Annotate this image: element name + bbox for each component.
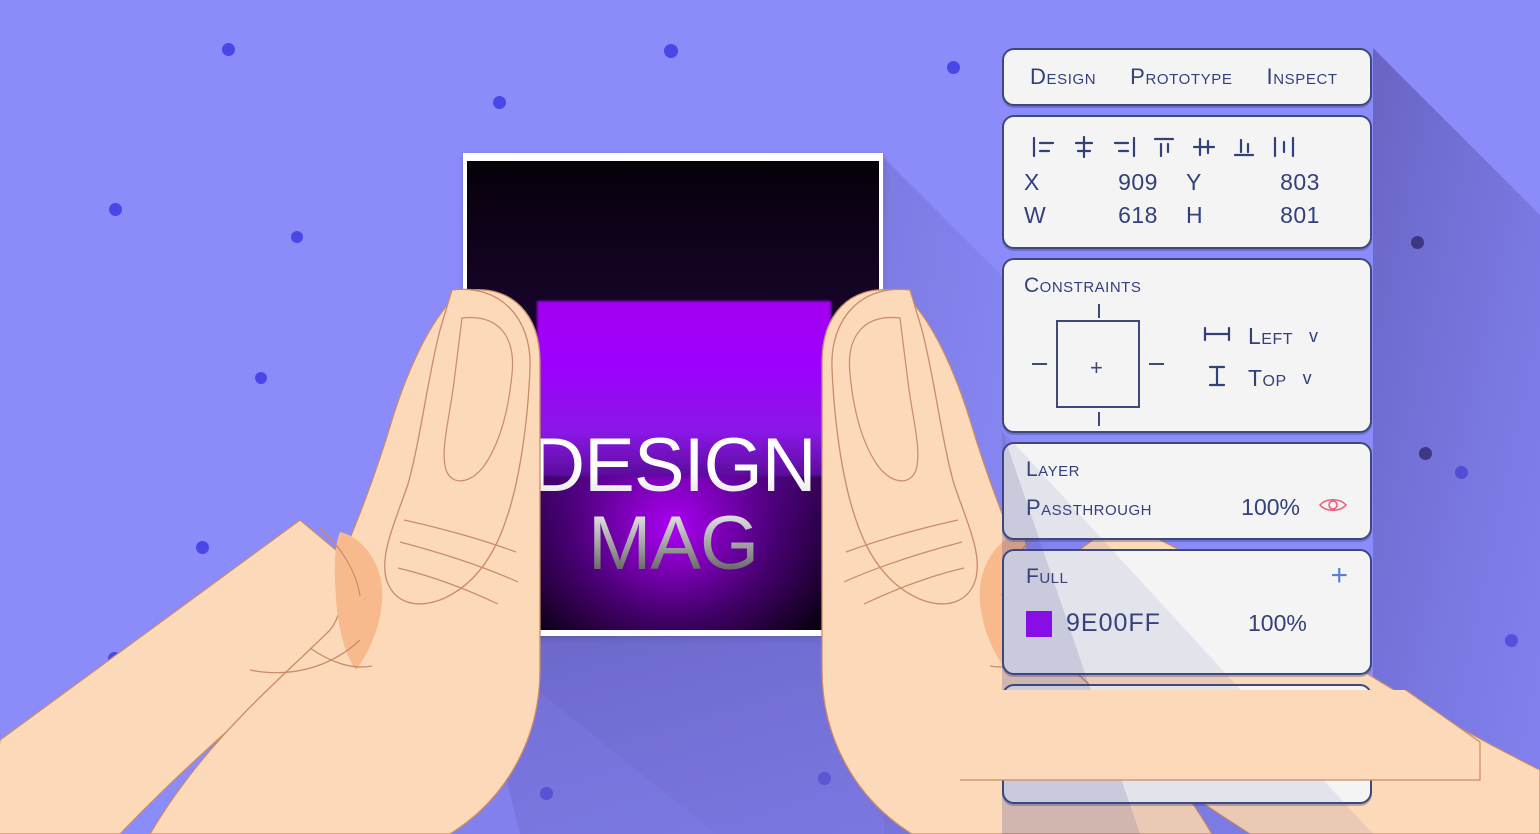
horizontal-constraint-value: Left xyxy=(1248,323,1294,349)
constraint-tick-bottom[interactable] xyxy=(1098,412,1100,426)
blend-mode-select[interactable]: Passthrough xyxy=(1026,495,1222,521)
fill-panel: Full + 9E00FF 100% xyxy=(1002,549,1372,675)
constraint-center-plus-icon[interactable]: + xyxy=(1090,357,1103,379)
constraint-tick-right[interactable] xyxy=(1149,363,1164,365)
constraints-panel: Constraints + Left v Top v xyxy=(1002,258,1372,433)
constraint-widget[interactable]: + xyxy=(1024,304,1174,426)
fill-title: Full xyxy=(1026,565,1069,588)
alignment-toolbar xyxy=(1024,131,1350,163)
x-label: X xyxy=(1024,169,1040,195)
constraint-tick-left[interactable] xyxy=(1032,363,1047,365)
fill-opacity-value[interactable]: 100% xyxy=(1248,610,1348,637)
horizontal-constraint-icon xyxy=(1202,325,1232,348)
align-top-icon[interactable] xyxy=(1144,131,1184,163)
inspector-tab-bar: Design Prototype Inspect xyxy=(1002,48,1372,106)
x-value[interactable]: 909 xyxy=(1090,169,1186,196)
distribute-icon[interactable] xyxy=(1264,131,1304,163)
dot xyxy=(109,203,122,216)
constraints-body: + Left v Top v xyxy=(1024,304,1350,426)
tab-prototype[interactable]: Prototype xyxy=(1130,64,1232,90)
dot xyxy=(291,231,303,243)
y-label: Y xyxy=(1186,169,1202,195)
layer-panel: Layer Passthrough 100% xyxy=(1002,442,1372,540)
align-bottom-icon[interactable] xyxy=(1224,131,1264,163)
tab-design[interactable]: Design xyxy=(1030,64,1096,90)
fill-header: Full + xyxy=(1026,561,1348,591)
w-label: W xyxy=(1024,202,1047,228)
y-value[interactable]: 803 xyxy=(1252,169,1348,196)
align-left-icon[interactable] xyxy=(1024,131,1064,163)
coord-row-wh: W 618 H 801 xyxy=(1024,202,1350,229)
h-label: H xyxy=(1186,202,1204,228)
fill-hex-value[interactable]: 9E00FF xyxy=(1066,609,1248,638)
dot xyxy=(664,44,678,58)
dot xyxy=(1411,236,1424,249)
fill-color-swatch[interactable] xyxy=(1026,610,1052,637)
dot xyxy=(947,61,960,74)
left-hand xyxy=(0,270,560,834)
layer-opacity-value[interactable]: 100% xyxy=(1222,494,1300,521)
constraint-dropdowns: Left v Top v xyxy=(1202,323,1318,407)
position-size-panel: X 909 Y 803 W 618 H 801 xyxy=(1002,115,1372,249)
constraints-title: Constraints xyxy=(1024,274,1142,297)
tab-inspect[interactable]: Inspect xyxy=(1266,64,1337,90)
constraint-tick-top[interactable] xyxy=(1098,304,1100,318)
align-right-icon[interactable] xyxy=(1104,131,1144,163)
dot xyxy=(222,43,235,56)
illustration-canvas: DESIGN MAG Design Prototype Inspect X 90… xyxy=(0,0,1540,834)
fill-row: 9E00FF 100% xyxy=(1026,609,1348,638)
align-horizontal-center-icon[interactable] xyxy=(1064,131,1104,163)
h-value[interactable]: 801 xyxy=(1252,202,1348,229)
layer-title: Layer xyxy=(1026,458,1080,481)
coord-row-xy: X 909 Y 803 xyxy=(1024,169,1350,196)
eye-icon[interactable] xyxy=(1318,496,1348,519)
align-vertical-center-icon[interactable] xyxy=(1184,131,1224,163)
chevron-down-icon: v xyxy=(1302,368,1312,388)
constraint-vertical-dropdown[interactable]: Top v xyxy=(1202,364,1318,393)
chevron-down-icon: v xyxy=(1309,326,1319,346)
vertical-constraint-icon xyxy=(1202,364,1232,393)
vertical-constraint-value: Top xyxy=(1248,365,1287,391)
w-value[interactable]: 618 xyxy=(1090,202,1186,229)
layer-row: Passthrough 100% xyxy=(1026,494,1348,521)
magazine-title-line1: DESIGN xyxy=(530,423,816,508)
dot xyxy=(493,96,506,109)
add-fill-button[interactable]: + xyxy=(1330,561,1348,591)
constraint-horizontal-dropdown[interactable]: Left v xyxy=(1202,323,1318,350)
right-arm-overlap xyxy=(960,690,1481,781)
